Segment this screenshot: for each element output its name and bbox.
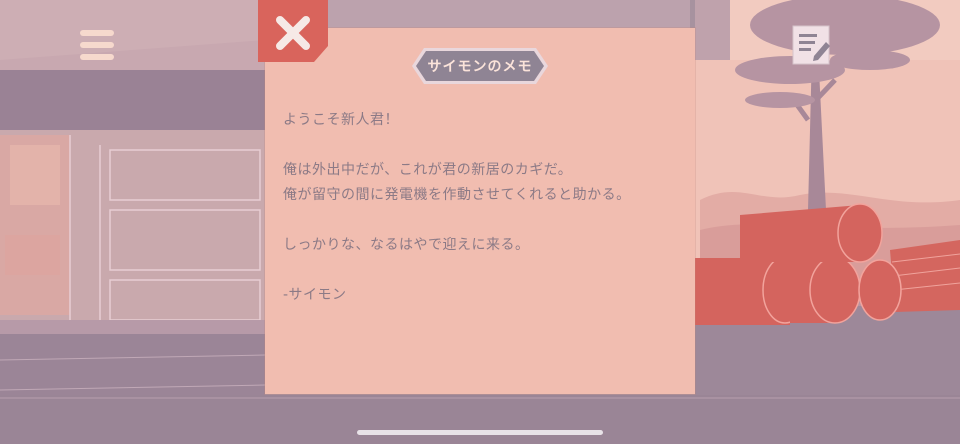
note-spacer <box>283 208 683 233</box>
memo-note-icon <box>792 25 830 65</box>
note-title: サイモンのメモ <box>427 59 533 75</box>
close-button[interactable] <box>258 0 328 62</box>
menu-button[interactable] <box>80 30 114 60</box>
note-line: しっかりな、なるはやで迎えに来る。 <box>283 237 530 253</box>
note-signature: -サイモン <box>283 287 347 303</box>
menu-bar <box>80 42 114 48</box>
note-spacer <box>283 133 683 158</box>
note-line: 俺が留守の間に発電機を作動させてくれると助かる。 <box>283 187 631 203</box>
home-indicator[interactable] <box>357 430 603 435</box>
close-x-icon <box>258 0 328 62</box>
note-title-badge: サイモンのメモ <box>411 47 549 85</box>
note-spacer <box>283 258 683 283</box>
note-line: ようこそ新人君！ <box>283 112 399 128</box>
notes-button[interactable] <box>790 24 832 68</box>
note-line: 俺は外出中だが、これが君の新居のカギだ。 <box>283 162 573 178</box>
menu-bar <box>80 30 114 36</box>
menu-bar <box>80 54 114 60</box>
note-body: ようこそ新人君！ 俺は外出中だが、これが君の新居のカギだ。 俺が留守の間に発電機… <box>283 108 683 308</box>
